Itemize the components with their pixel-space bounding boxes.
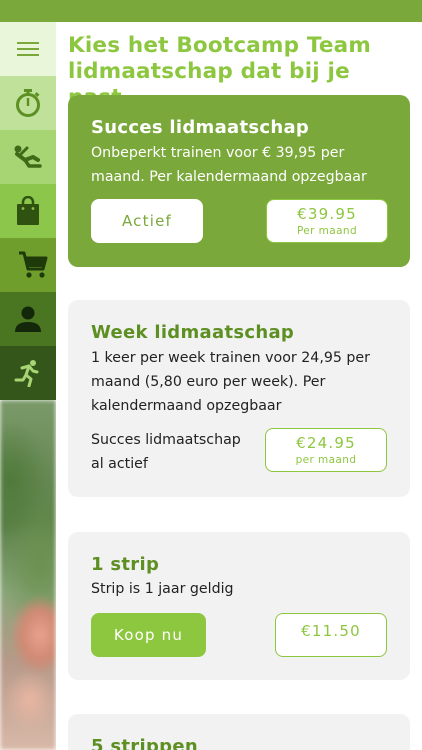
sidebar-item-run[interactable] — [0, 346, 56, 400]
card-title: Week lidmaatschap — [91, 322, 295, 343]
card-title: 1 strip — [91, 554, 160, 575]
sidebar-item-shop[interactable] — [0, 184, 56, 238]
sidebar-item-menu[interactable] — [0, 22, 56, 76]
price-box: €39.95 Per maand — [266, 199, 388, 243]
membership-card-succes: Succes lidmaatschap Onbeperkt trainen vo… — [68, 95, 410, 267]
product-card-1-strip: 1 strip Strip is 1 jaar geldig Koop nu €… — [68, 532, 410, 680]
card-title: Succes lidmaatschap — [91, 117, 310, 138]
price-note: Per maand — [296, 224, 358, 237]
card-title: 5 strippen — [91, 736, 198, 750]
shopping-bag-icon — [17, 196, 39, 225]
price-amount: €24.95 — [296, 433, 356, 452]
background-photo — [0, 400, 56, 750]
sidebar-item-workout[interactable] — [0, 130, 56, 184]
active-button[interactable]: Actief — [91, 199, 203, 243]
stopwatch-icon — [16, 89, 40, 117]
buy-now-button[interactable]: Koop nu — [91, 613, 206, 657]
already-active-text: Succes lidmaatschap al actief — [91, 432, 241, 472]
main-content: Kies het Bootcamp Team lidmaatschap dat … — [56, 22, 422, 750]
status-bar — [0, 0, 422, 22]
sidebar-item-timer[interactable] — [0, 76, 56, 130]
card-description: 1 keer per week trainen voor 24,95 per m… — [91, 350, 370, 414]
price-amount: €11.50 — [301, 622, 361, 640]
price-box: €24.95 per maand — [265, 428, 387, 472]
menu-icon — [17, 42, 39, 56]
product-card-5-strippen: 5 strippen — [68, 714, 410, 750]
workout-icon — [14, 145, 42, 168]
price-box: €11.50 — [275, 613, 387, 657]
price-note: per maand — [295, 453, 357, 466]
price-amount: €39.95 — [297, 204, 357, 223]
sidebar-item-profile[interactable] — [0, 292, 56, 346]
card-description: Strip is 1 jaar geldig — [91, 581, 234, 597]
card-description: Onbeperkt trainen voor € 39,95 per maand… — [91, 145, 367, 185]
cart-icon — [19, 251, 48, 278]
runner-icon — [14, 360, 39, 387]
membership-card-week: Week lidmaatschap 1 keer per week traine… — [68, 300, 410, 497]
profile-icon — [15, 306, 41, 332]
